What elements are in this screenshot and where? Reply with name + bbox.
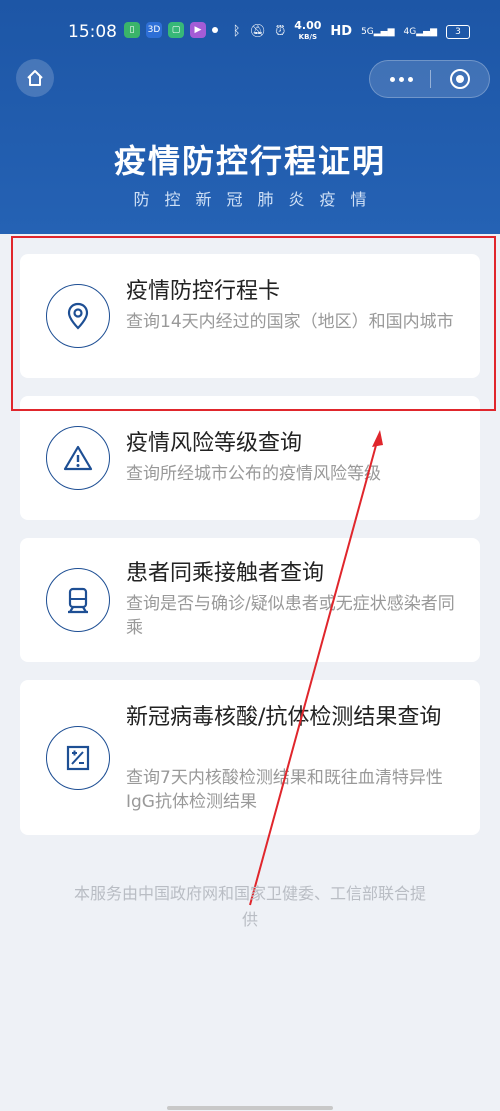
annotation-arrow — [249, 430, 383, 906]
gesture-home-bar[interactable] — [167, 1106, 333, 1110]
footer-note: 本服务由中国政府网和国家卫健委、工信部联合提供 — [73, 884, 426, 929]
